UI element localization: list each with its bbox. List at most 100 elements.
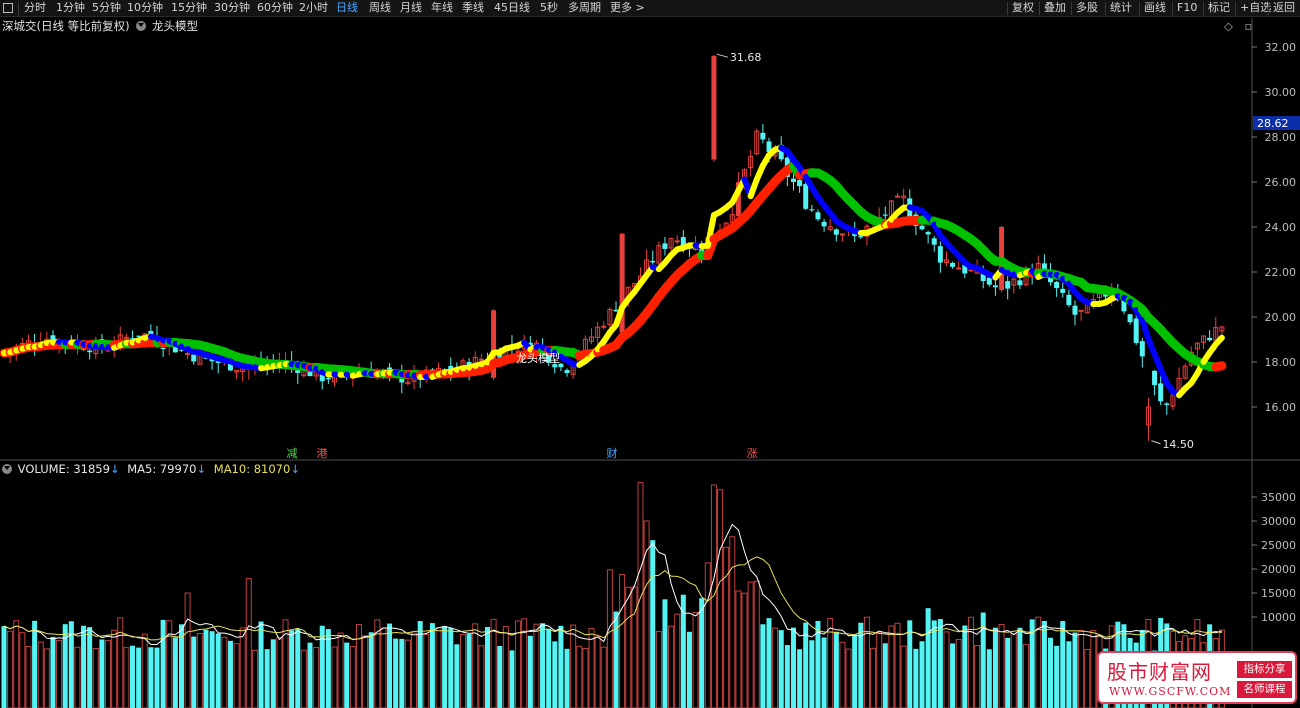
price-tick-label: 24.00	[1265, 221, 1297, 234]
volume-tick-label: 15000	[1261, 587, 1296, 600]
volume-bar-down	[484, 627, 490, 708]
candle-down	[797, 180, 803, 187]
trend-band-fast	[1212, 334, 1225, 348]
event-marker[interactable]: 财	[607, 446, 618, 460]
volume-bar-up	[845, 648, 852, 708]
volume-bar-down	[882, 643, 888, 708]
low-price-label: 14.50	[1162, 438, 1194, 451]
volume-bar-down	[50, 636, 56, 708]
candle-down	[160, 347, 166, 350]
volume-bar-down	[662, 599, 668, 708]
volume-bar-up	[92, 648, 99, 708]
candle-down	[882, 214, 888, 216]
candle-down	[325, 378, 331, 380]
volume-tick-label: 25000	[1261, 539, 1296, 552]
volume-bar-down	[1066, 641, 1072, 708]
indicator-inline-label: 龙头模型	[516, 351, 560, 365]
volume-bar-up	[600, 646, 607, 708]
volume-bar-down	[925, 608, 931, 708]
volume-bar-down	[950, 643, 956, 708]
candle-down	[1133, 318, 1139, 343]
volume-bar-up	[735, 590, 742, 708]
volume-bar-up	[123, 647, 130, 708]
candle-down	[1054, 281, 1060, 289]
volume-bar-down	[797, 649, 803, 708]
volume-bar-up	[221, 636, 228, 708]
volume-bar-up	[637, 482, 644, 708]
candle-down	[919, 225, 925, 230]
candle-up	[674, 240, 680, 243]
price-tick-label: 22.00	[1265, 266, 1297, 279]
event-marker[interactable]: 减	[287, 447, 298, 460]
volume-bar-up	[692, 611, 699, 708]
volume-bar-down	[852, 634, 858, 708]
candle-down	[1164, 403, 1170, 405]
volume-bar-down	[344, 642, 350, 708]
candle-down	[650, 260, 656, 263]
volume-bar-down	[172, 637, 178, 708]
volume-bar-up	[625, 586, 632, 708]
volume-bar-up	[717, 489, 724, 708]
volume-bar-up	[870, 647, 877, 708]
chart-canvas[interactable]: 31.68 14.50 龙头模型减 港 财 涨 32.00 30.00 28.00 26.00 2…	[0, 0, 1300, 708]
volume-bar-up	[19, 632, 26, 708]
candle-down	[992, 285, 998, 288]
volume-bar-up	[894, 622, 901, 708]
volume-bar-up	[588, 627, 595, 708]
volume-bar-up	[117, 617, 124, 708]
volume-bar-down	[227, 640, 233, 708]
high-pointer	[716, 53, 729, 58]
volume-bar-up	[472, 623, 479, 708]
volume-bar-up	[1084, 649, 1091, 708]
volume-bar-down	[442, 626, 448, 708]
volume-bar-down	[1041, 620, 1047, 708]
volume-bar-down	[986, 649, 992, 708]
volume-bar-up	[967, 616, 974, 708]
candle-down	[815, 212, 821, 220]
volume-bar-down	[686, 631, 692, 708]
volume-bar-down	[790, 627, 796, 708]
volume-bar-up	[876, 631, 883, 708]
volume-bar-up	[1078, 630, 1085, 708]
candle-down	[931, 238, 937, 245]
volume-bar-up	[502, 626, 509, 708]
volume-bar-up	[772, 627, 779, 708]
candle-up	[185, 352, 191, 355]
volume-bar-up	[362, 635, 369, 708]
volume-bar-down	[393, 638, 399, 708]
price-tick-label: 18.00	[1265, 356, 1297, 369]
volume-bar-down	[319, 625, 325, 708]
event-marker[interactable]: 港	[317, 447, 328, 460]
volume-bar-down	[1017, 627, 1023, 708]
volume-bar-up	[337, 632, 344, 708]
volume-tick-label: 30000	[1261, 515, 1296, 528]
volume-bar-down	[209, 631, 215, 708]
watermark-title: 股市财富网	[1107, 660, 1212, 684]
volume-bar-up	[37, 641, 44, 708]
volume-bar-up	[331, 646, 338, 708]
event-marker[interactable]: 涨	[747, 447, 758, 460]
volume-bar-down	[778, 630, 784, 708]
volume-bar-down	[821, 637, 827, 708]
volume-bar-down	[136, 647, 142, 708]
volume-bar-up	[974, 645, 981, 708]
watermark-tag-course[interactable]: 名师课程	[1237, 681, 1292, 698]
volume-bar-down	[264, 649, 270, 708]
volume-bar-up	[196, 633, 203, 708]
candle-down	[87, 350, 93, 353]
volume-bar-down	[148, 647, 154, 708]
candle-down	[1152, 370, 1158, 386]
current-price-label: 28.62	[1257, 117, 1289, 130]
watermark-tag-share[interactable]: 指标分享	[1237, 661, 1292, 678]
volume-bar-up	[533, 623, 540, 708]
volume-bar-down	[907, 620, 913, 708]
volume-bar-up	[380, 627, 387, 708]
price-tick-label: 30.00	[1265, 86, 1297, 99]
volume-bar-up	[704, 562, 711, 708]
price-tick-label: 28.00	[1265, 131, 1297, 144]
volume-bar-up	[411, 632, 418, 708]
volume-bar-down	[399, 638, 405, 708]
watermark-logo: 股市财富网 WWW.GSCFW.COM 指标分享 名师课程	[1097, 651, 1297, 704]
volume-bar-up	[276, 637, 283, 708]
volume-bar-up	[239, 627, 246, 708]
